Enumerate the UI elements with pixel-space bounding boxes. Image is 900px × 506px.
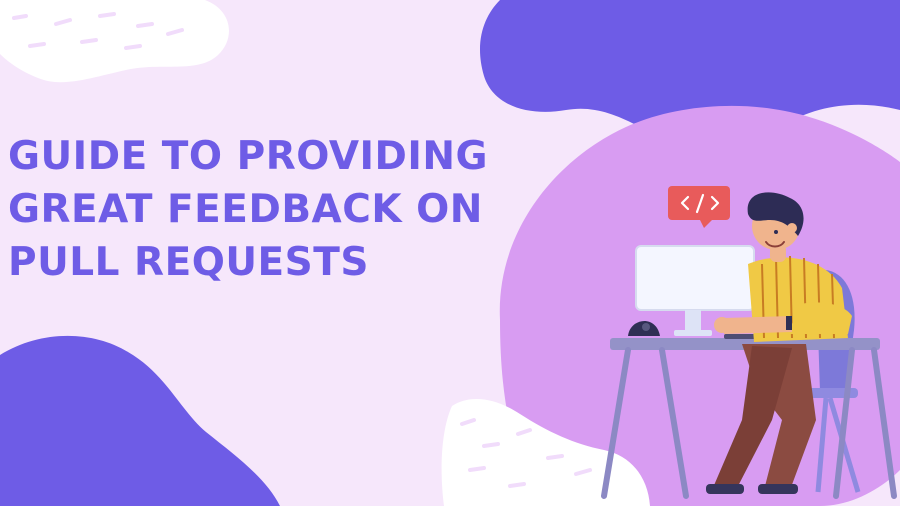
page-title: GUIDE TO PROVIDING GREAT FEEDBACK ON PUL…	[8, 130, 528, 289]
code-icon	[668, 186, 730, 228]
desk-object-icon	[628, 320, 660, 336]
hero-banner: GUIDE TO PROVIDING GREAT FEEDBACK ON PUL…	[0, 0, 900, 506]
title-line-2: GREAT FEEDBACK ON	[8, 187, 483, 232]
title-line-1: GUIDE TO PROVIDING	[8, 134, 489, 179]
title-line-3: PULL REQUESTS	[8, 240, 369, 285]
